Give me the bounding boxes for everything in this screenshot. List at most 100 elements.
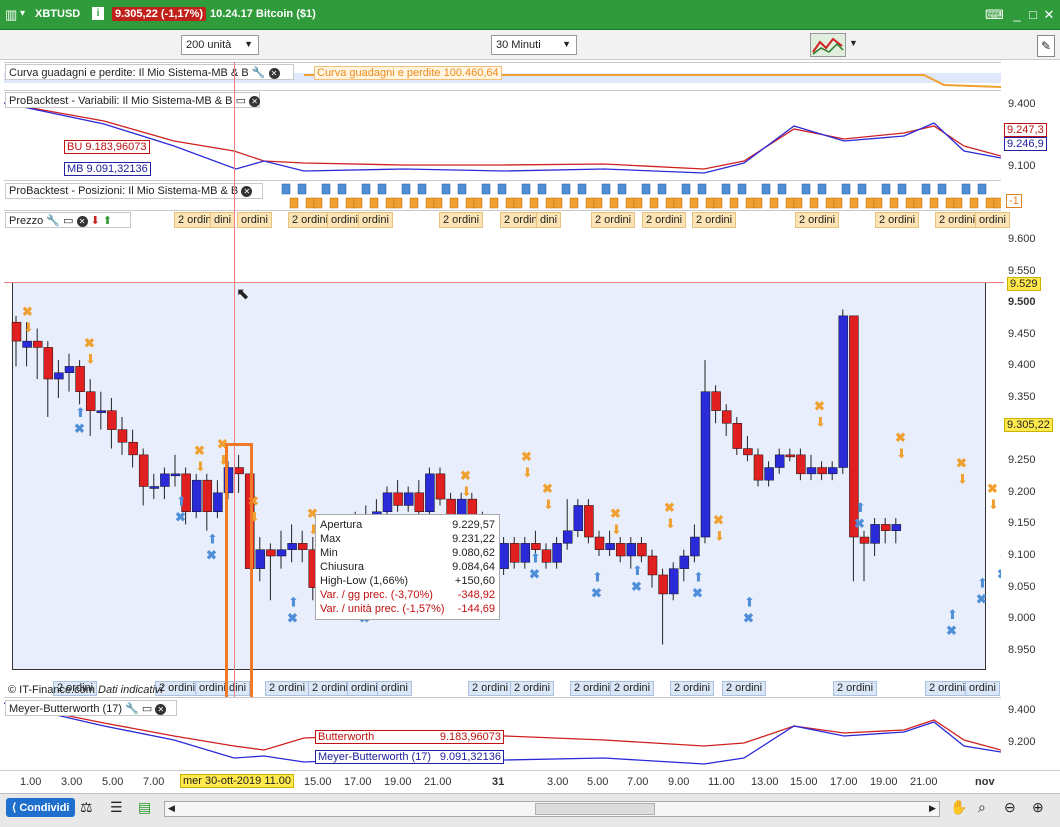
- time-axis-label: 5.00: [102, 776, 124, 788]
- indicators-button[interactable]: [810, 33, 846, 57]
- mb-right-badge: 9.246,9: [1004, 137, 1047, 151]
- candle-body: [827, 467, 838, 475]
- order-chip-bottom: 2 ordini: [925, 681, 970, 696]
- position-bar: [361, 183, 371, 195]
- zoom-in-icon[interactable]: ⊕: [1032, 799, 1044, 816]
- close-icon[interactable]: ✕: [155, 704, 167, 715]
- time-axis-label: 15.00: [790, 776, 818, 788]
- meyer-name: Meyer-Butterworth (17): [318, 751, 432, 763]
- chevron-down-icon[interactable]: ▾: [20, 8, 25, 19]
- position-bar: [473, 197, 483, 209]
- bottom-toolbar: ⟨ Condividi ⚖ ☰ ▤ ◀ ▶ ✋ ⌕ ⊖ ⊕: [0, 793, 1060, 827]
- position-bar: [777, 183, 787, 195]
- compare-icon[interactable]: ⚖: [80, 799, 93, 816]
- sell-order-icon[interactable]: ⬇: [91, 215, 100, 227]
- price-panel-header: Prezzo 🔧 ▭ ✕ ⬇ ⬆: [5, 212, 131, 228]
- candle-body: [806, 467, 817, 475]
- order-chip-bottom: 2 ordini: [265, 681, 310, 696]
- position-bar: [297, 183, 307, 195]
- position-bar: [481, 183, 491, 195]
- chevron-down-icon[interactable]: ▼: [849, 38, 858, 48]
- close-icon[interactable]: ✕: [241, 186, 253, 197]
- meyer-panel-header: Meyer-Butterworth (17) 🔧 ▭ ✕: [5, 700, 177, 716]
- candle-body: [43, 347, 54, 380]
- candle-tooltip: Apertura 9.229,57 Max 9.231,22 Min 9.080,62 Ch…: [315, 514, 500, 620]
- bars-icon[interactable]: ▤: [138, 799, 151, 816]
- units-select[interactable]: 200 unità ▼: [181, 35, 259, 55]
- position-bar: [505, 197, 515, 209]
- price-axis-label: 9.150: [1008, 517, 1036, 530]
- position-bar: [785, 197, 795, 209]
- order-chip: 2 ordini: [692, 212, 737, 228]
- title-bar: ▥ ▾ XBTUSD i 9.305,22 (-1,17%) 10.24.17 …: [0, 0, 1060, 30]
- scrollbar-thumb[interactable]: [535, 803, 655, 815]
- window-icon[interactable]: ▭: [236, 95, 246, 107]
- candle-body: [287, 543, 297, 550]
- horizontal-scrollbar[interactable]: ◀ ▶: [164, 801, 940, 817]
- close-icon[interactable]: ✕: [76, 216, 88, 227]
- time-axis-label: 19.00: [870, 776, 898, 788]
- window-icon[interactable]: ▭: [142, 703, 152, 715]
- close-icon[interactable]: ✕: [249, 96, 261, 107]
- time-axis-label: 7.00: [143, 776, 165, 788]
- close-icon[interactable]: ✕: [1040, 6, 1058, 24]
- candle-body: [711, 391, 721, 411]
- candle-body: [22, 340, 32, 348]
- crosshair-horizontal: [4, 282, 1004, 283]
- chart-app-icon[interactable]: ▥: [5, 7, 17, 23]
- wrench-icon[interactable]: 🔧: [125, 703, 139, 715]
- tooltip-row: Apertura 9.229,57: [320, 518, 495, 532]
- sell-arrow: ⬇: [85, 351, 96, 366]
- sell-marker: ✖: [194, 443, 205, 458]
- wrench-icon[interactable]: 🔧: [46, 215, 60, 227]
- buy-order-icon[interactable]: ⬆: [103, 215, 112, 227]
- candle-body: [774, 454, 785, 468]
- window-icon[interactable]: ▭: [63, 215, 73, 227]
- candle-body: [573, 505, 584, 531]
- position-bar: [585, 197, 595, 209]
- meyer-axis-label: 9.200: [1008, 736, 1036, 748]
- sell-arrow: ⬇: [988, 497, 999, 512]
- position-bar: [633, 197, 643, 209]
- interval-select[interactable]: 30 Minuti ▼: [491, 35, 577, 55]
- scroll-left-icon[interactable]: ◀: [168, 803, 175, 814]
- list-icon[interactable]: ☰: [110, 799, 123, 816]
- zoom-out-icon[interactable]: ⊖: [1004, 799, 1016, 816]
- positions-right-badge: -1: [1006, 194, 1022, 208]
- position-bar: [521, 183, 531, 195]
- candle-body: [732, 423, 743, 449]
- candle-body: [393, 492, 403, 506]
- position-bar: [969, 197, 979, 209]
- position-bar: [841, 183, 851, 195]
- time-axis-label: 7.00: [627, 776, 649, 788]
- positions-panel-title: ProBacktest - Posizioni: Il Mio Sistema-…: [9, 185, 239, 197]
- position-bar: [601, 183, 611, 195]
- close-icon[interactable]: ✕: [268, 68, 280, 79]
- hand-tool-icon[interactable]: ✋: [950, 799, 967, 816]
- sell-marker: ✖: [713, 512, 724, 527]
- price-axis-label: 9.500: [1008, 296, 1036, 309]
- bu-value-label: BU 9.183,96073: [64, 140, 150, 154]
- candle-body: [191, 479, 202, 513]
- share-button[interactable]: ⟨ Condividi: [6, 798, 76, 817]
- sell-arrow: ⬇: [195, 459, 206, 474]
- equity-panel-header: Curva guadagni e perdite: Il Mio Sistema…: [5, 64, 294, 80]
- position-bar: [529, 197, 539, 209]
- order-chip: 2 ordini: [875, 212, 920, 228]
- tooltip-value: 9.084,64: [452, 561, 495, 573]
- chart-toolbar: 200 unità ▼ 30 Minuti ▼ ▼ ✎: [0, 30, 1060, 60]
- info-icon[interactable]: i: [92, 7, 104, 20]
- scroll-right-icon[interactable]: ▶: [929, 803, 936, 814]
- buy-arrow: ⬆: [75, 405, 86, 420]
- position-bar: [553, 197, 563, 209]
- tools-side-button[interactable]: ✎: [1037, 35, 1055, 57]
- sell-marker: ✖: [664, 500, 675, 515]
- wrench-icon[interactable]: 🔧: [252, 67, 266, 79]
- tooltip-key: Max: [320, 533, 341, 545]
- zoom-area-icon[interactable]: ⌕: [978, 799, 986, 816]
- indicators-chart-icon: [812, 37, 844, 55]
- time-highlight-badge: mer 30-ott-2019 11.00: [180, 774, 295, 788]
- equity-panel-title: Curva guadagni e perdite: Il Mio Sistema…: [9, 67, 249, 79]
- tooltip-row: Chiusura 9.084,64: [320, 560, 495, 574]
- keyboard-icon[interactable]: ⌨: [985, 6, 1004, 24]
